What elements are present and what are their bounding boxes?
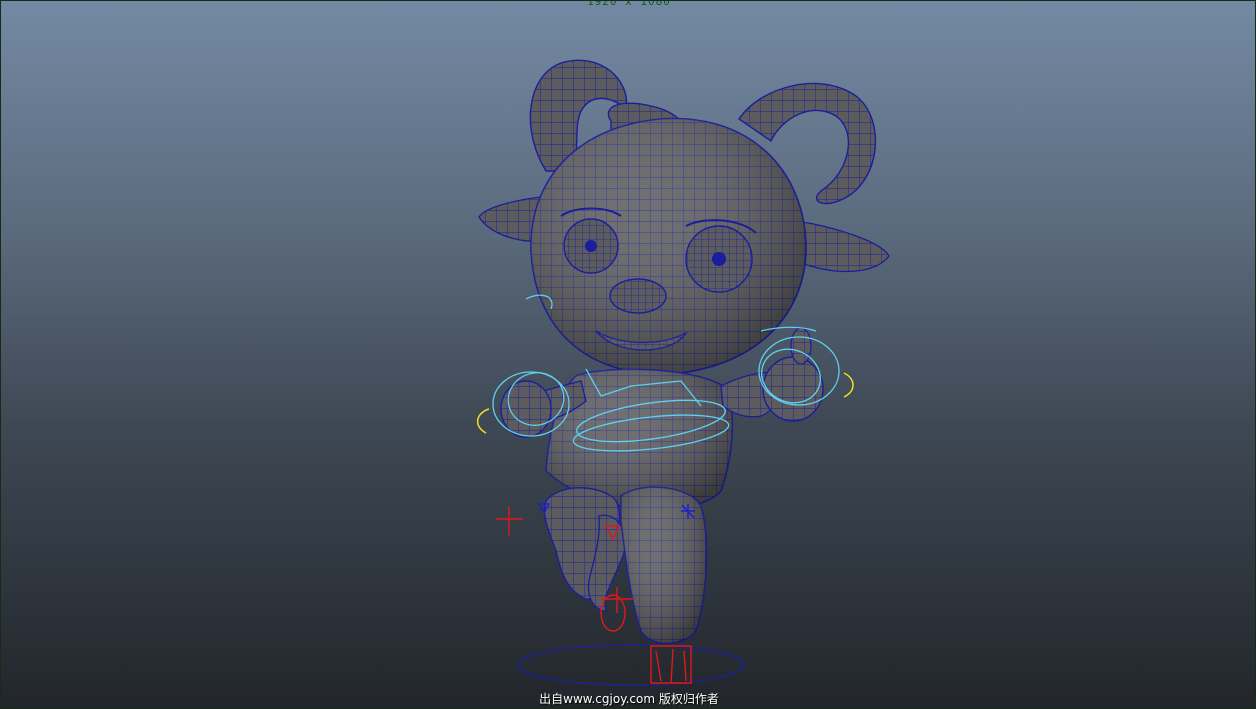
maya-viewport[interactable]: 1920 x 1080 出自www.cgjoy.com 版权归作者 <box>0 0 1256 709</box>
ear-right[interactable] <box>795 220 890 273</box>
nose <box>609 278 667 314</box>
head-mesh[interactable] <box>530 117 807 375</box>
leg-left[interactable] <box>543 487 626 612</box>
watermark-text: 出自www.cgjoy.com 版权归作者 <box>539 692 719 706</box>
scene-canvas[interactable] <box>1 1 1256 709</box>
ground-root-control[interactable] <box>517 644 745 686</box>
